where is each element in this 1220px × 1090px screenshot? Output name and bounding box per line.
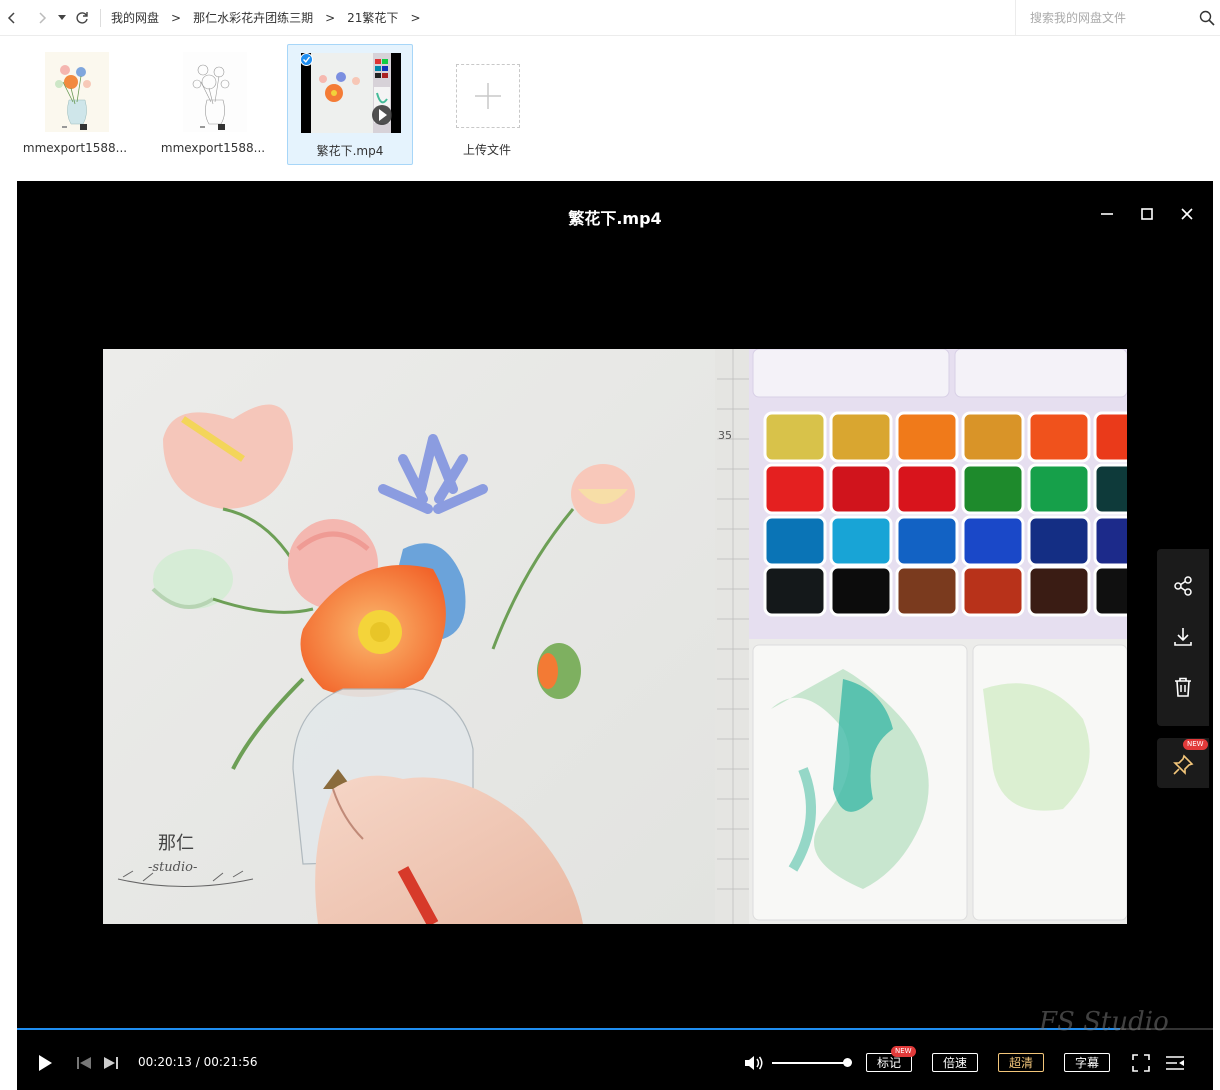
delete-button[interactable]: [1170, 674, 1196, 700]
breadcrumb-arrow: >: [171, 10, 182, 25]
close-button[interactable]: [1174, 201, 1200, 227]
signature-name: 那仁: [158, 833, 194, 854]
file-name: 繁花下.mp4: [316, 144, 384, 158]
breadcrumb: 我的网盘 > 那仁水彩花卉团练三期 > 21繁花下 >: [111, 9, 433, 26]
download-button[interactable]: [1170, 624, 1196, 650]
caret-down-icon: [58, 14, 66, 20]
side-action-panel: [1157, 549, 1209, 726]
share-icon: [1174, 576, 1192, 596]
download-icon: [1174, 628, 1192, 646]
playlist-icon: [1166, 1056, 1184, 1070]
pin-icon: [1173, 754, 1194, 775]
file-item[interactable]: mmexport1588...: [150, 44, 276, 165]
watermark: FS Studio: [1039, 1007, 1169, 1037]
speed-button[interactable]: 倍速: [932, 1053, 978, 1072]
upload-placeholder[interactable]: [456, 64, 520, 128]
volume-slider[interactable]: [772, 1058, 852, 1067]
history-dropdown-button[interactable]: [54, 0, 70, 36]
minimize-button[interactable]: [1094, 201, 1120, 227]
video-thumbnail: [301, 53, 401, 133]
search-box: [1015, 0, 1220, 36]
current-time: 00:20:13: [138, 1055, 192, 1069]
breadcrumb-arrow: >: [325, 10, 336, 25]
volume-icon: [745, 1056, 763, 1070]
file-item[interactable]: mmexport1588...: [12, 44, 138, 165]
forward-button[interactable]: [30, 0, 54, 36]
file-thumbnail: [45, 52, 109, 132]
upload-file-tile[interactable]: 上传文件: [424, 44, 550, 165]
fullscreen-button[interactable]: [1130, 1053, 1152, 1073]
search-icon[interactable]: [1198, 9, 1216, 27]
speed-label: 倍速: [942, 1056, 967, 1070]
plus-icon: [475, 83, 501, 109]
share-button[interactable]: [1170, 573, 1196, 599]
breadcrumb-item[interactable]: 我的网盘: [111, 9, 159, 26]
progress-fill: [17, 1028, 1120, 1030]
nav-divider: [100, 8, 101, 27]
playlist-button[interactable]: [1164, 1053, 1186, 1073]
previous-button[interactable]: [74, 1053, 94, 1073]
video-content: 35 那仁 -studio-: [103, 349, 1127, 924]
back-button[interactable]: [0, 0, 24, 36]
refresh-icon: [76, 11, 88, 24]
subtitle-button[interactable]: 字幕: [1064, 1053, 1110, 1072]
breadcrumb-arrow: >: [410, 10, 421, 25]
chevron-right-icon: [39, 11, 47, 24]
new-badge: NEW: [1183, 739, 1208, 750]
close-icon: [1181, 208, 1193, 220]
play-icon: [39, 1055, 52, 1071]
upload-label: 上传文件: [462, 143, 511, 157]
player-controls: 00:20:13 / 00:21:56 标记 NEW 倍速 超清 字幕: [17, 1043, 1213, 1083]
breadcrumb-item[interactable]: 21繁花下: [347, 9, 398, 26]
video-frame[interactable]: 35 那仁 -studio-: [103, 349, 1127, 924]
new-badge: NEW: [891, 1046, 916, 1057]
play-button[interactable]: [35, 1053, 55, 1073]
player-title: 繁花下.mp4: [568, 209, 662, 228]
skip-previous-icon: [77, 1057, 91, 1069]
subtitle-label: 字幕: [1074, 1056, 1099, 1070]
file-list: mmexport1588... mmexport1588... 繁花下.mp4 …: [0, 36, 1220, 180]
progress-bar[interactable]: [17, 1028, 1213, 1030]
checkmark-icon[interactable]: [300, 53, 313, 66]
search-input[interactable]: [1030, 11, 1195, 25]
file-name: mmexport1588...: [22, 141, 128, 155]
file-name: mmexport1588...: [160, 141, 266, 155]
fullscreen-icon: [1132, 1054, 1150, 1072]
time-display: 00:20:13 / 00:21:56: [138, 1055, 257, 1069]
ruler-mark: 35: [718, 429, 732, 442]
quality-label: 超清: [1008, 1056, 1033, 1070]
chevron-left-icon: [7, 11, 15, 24]
maximize-button[interactable]: [1134, 201, 1160, 227]
next-button[interactable]: [101, 1053, 121, 1073]
breadcrumb-item[interactable]: 那仁水彩花卉团练三期: [193, 9, 313, 26]
video-player-window: 繁花下.mp4 35 那仁 -studio- NEW 00:20:13 / 00…: [17, 181, 1213, 1090]
file-thumbnail: [183, 52, 247, 132]
pin-button[interactable]: [1170, 752, 1196, 778]
top-navigation-bar: 我的网盘 > 那仁水彩花卉团练三期 > 21繁花下 >: [0, 0, 1220, 36]
quality-button[interactable]: 超清: [998, 1053, 1044, 1072]
trash-icon: [1175, 677, 1191, 697]
refresh-button[interactable]: [70, 0, 94, 36]
volume-button[interactable]: [743, 1053, 765, 1073]
volume-knob[interactable]: [843, 1058, 852, 1067]
file-item-selected[interactable]: 繁花下.mp4: [287, 44, 413, 165]
time-separator: /: [191, 1055, 204, 1069]
skip-next-icon: [104, 1057, 118, 1069]
signature-studio: -studio-: [148, 860, 197, 875]
maximize-icon: [1141, 208, 1153, 220]
total-time: 00:21:56: [203, 1055, 258, 1069]
minimize-icon: [1101, 213, 1113, 215]
pin-panel: NEW: [1157, 738, 1209, 788]
